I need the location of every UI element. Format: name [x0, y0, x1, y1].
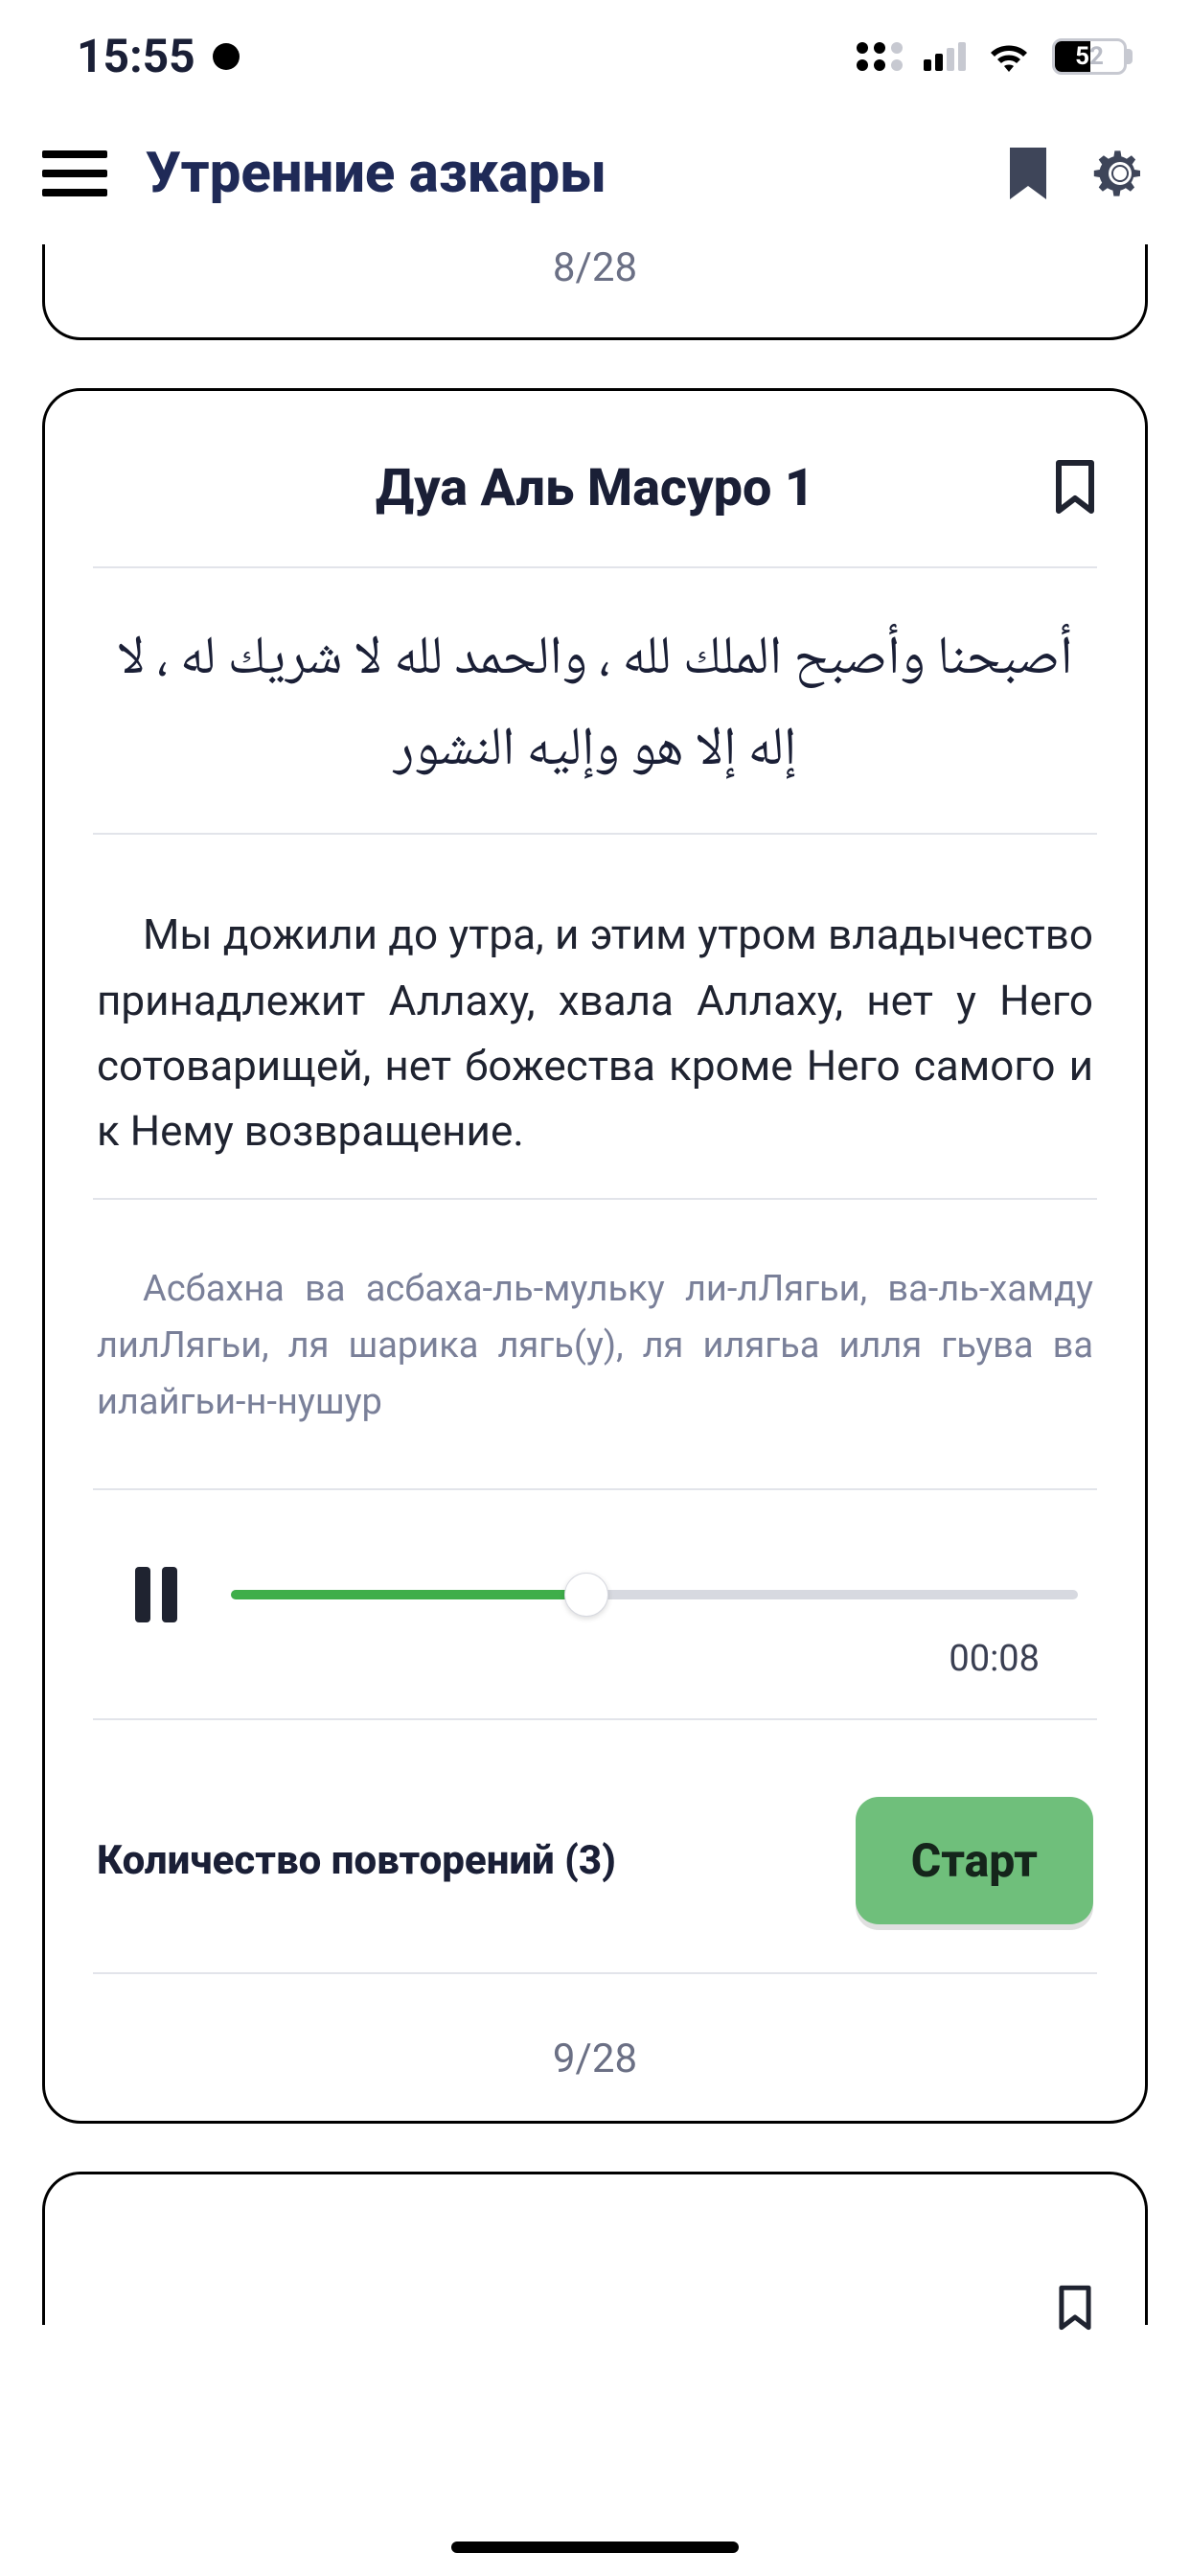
translation-text: Мы дожили до утра, и этим утром владычес…: [93, 863, 1097, 1198]
home-indicator[interactable]: [451, 2542, 739, 2553]
card-title: Дуа Аль Масуро 1: [376, 458, 814, 518]
location-indicator-dot: [213, 43, 240, 70]
azkar-card: Дуа Аль Масуро 1 أصبحنا وأصبح الملك لله …: [42, 388, 1148, 2124]
divider: [93, 1198, 1097, 1200]
arabic-text: أصبحنا وأصبح الملك لله ، والحمد لله لا ش…: [93, 607, 1097, 833]
status-right: 52: [857, 38, 1133, 75]
header-actions: [1006, 146, 1148, 201]
card-header: Дуа Аль Масуро 1: [93, 458, 1097, 518]
audio-time-label: 00:08: [93, 1632, 1097, 1718]
scroll-area[interactable]: 8/28 Дуа Аль Масуро 1 أصبحنا وأصبح الملك…: [0, 244, 1190, 2325]
battery-icon: 52: [1052, 38, 1133, 75]
divider: [93, 833, 1097, 835]
audio-player: [93, 1519, 1097, 1632]
divider: [93, 566, 1097, 568]
bookmarks-icon[interactable]: [1006, 146, 1050, 201]
status-bar: 15:55 52: [0, 0, 1190, 103]
divider: [93, 1488, 1097, 1490]
card-counter: 9/28: [93, 2003, 1097, 2082]
divider: [93, 1718, 1097, 1720]
repetitions-row: Количество повторений (3) Старт: [93, 1749, 1097, 1972]
menu-icon[interactable]: [42, 150, 107, 196]
audio-seek-slider[interactable]: [231, 1576, 1078, 1614]
bookmark-toggle-icon[interactable]: [1053, 2285, 1097, 2334]
page-title: Утренние азкары: [146, 141, 968, 206]
signal-dots-icon: [857, 42, 903, 71]
audio-progress-fill: [231, 1590, 586, 1599]
divider: [93, 1972, 1097, 1974]
signal-bars-icon: [924, 42, 966, 71]
prev-card-stub: 8/28: [42, 244, 1148, 340]
audio-seek-thumb[interactable]: [564, 1573, 608, 1617]
bookmark-toggle-icon[interactable]: [1053, 459, 1097, 518]
wifi-icon: [987, 40, 1031, 73]
prev-card-counter: 8/28: [553, 244, 637, 291]
next-card-stub: [42, 2172, 1148, 2325]
app-header: Утренние азкары: [0, 103, 1190, 244]
battery-percent-text: 52: [1055, 42, 1124, 71]
settings-icon[interactable]: [1092, 146, 1148, 201]
start-button[interactable]: Старт: [856, 1797, 1093, 1924]
transliteration-text: Асбахна ва асбаха-ль-мульку ли-лЛягьи, в…: [93, 1229, 1097, 1488]
repetitions-label: Количество повторений (3): [97, 1837, 616, 1884]
status-left: 15:55: [77, 29, 240, 83]
status-time: 15:55: [77, 29, 195, 83]
pause-button[interactable]: [135, 1567, 177, 1622]
